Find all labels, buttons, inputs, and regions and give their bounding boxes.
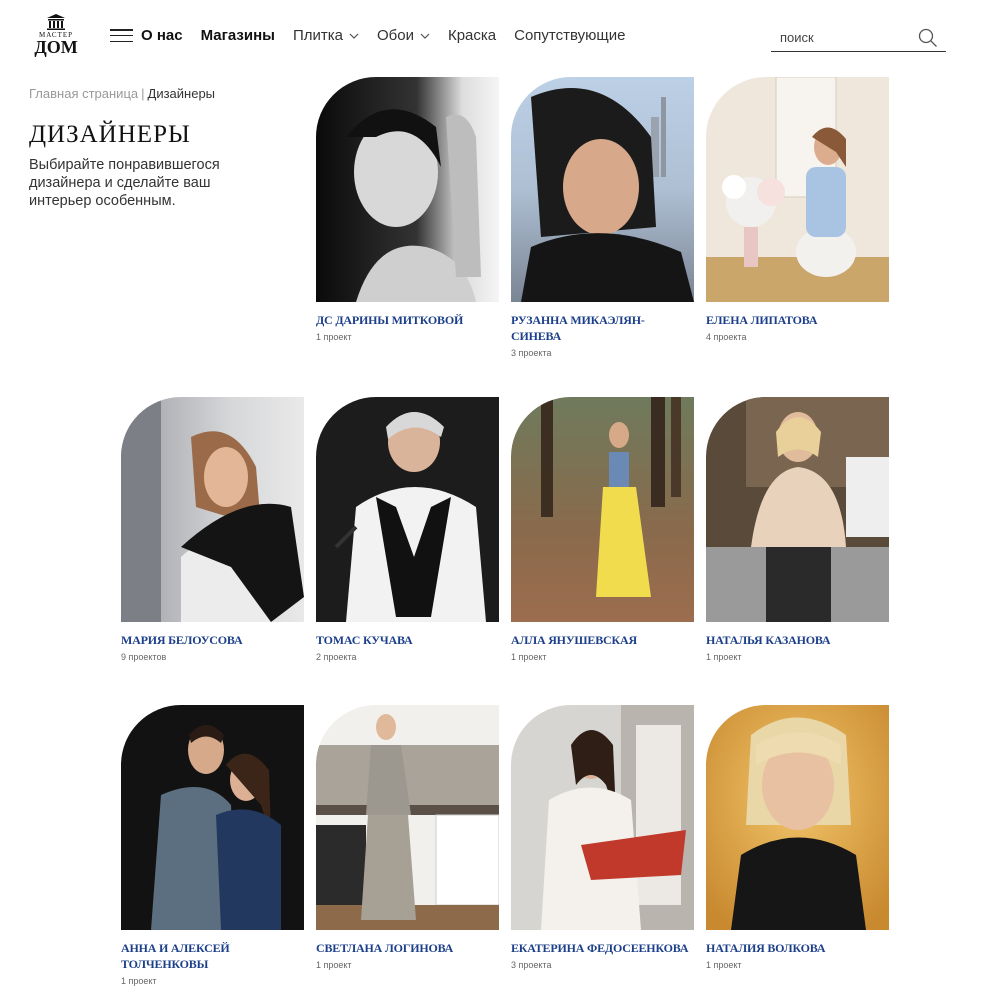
- designer-projects-count: 1 проект: [706, 652, 742, 662]
- designer-name[interactable]: Анна и Алексей Толченковы: [121, 940, 304, 972]
- designer-photo[interactable]: [511, 705, 694, 930]
- designer-projects-count: 1 проект: [316, 332, 352, 342]
- nav-item-paint[interactable]: Краска: [448, 27, 496, 44]
- designer-name[interactable]: Мария Белоусова: [121, 632, 304, 648]
- designer-name[interactable]: Екатерина Федосеенкова: [511, 940, 694, 956]
- designer-card[interactable]: Томас Кучава 2 проекта: [316, 397, 499, 662]
- nav-item-stores[interactable]: Магазины: [201, 27, 275, 44]
- nav-item-about[interactable]: О нас: [141, 27, 183, 44]
- nav-item-wallpaper[interactable]: Обои: [377, 27, 430, 44]
- designer-photo[interactable]: [316, 705, 499, 930]
- designer-projects-count: 2 проекта: [316, 652, 357, 662]
- main-nav: О нас Магазины Плитка Обои Краска Сопутс…: [110, 27, 643, 44]
- nav-item-label: Плитка: [292, 27, 343, 44]
- designer-name[interactable]: Алла Янушевская: [511, 632, 694, 648]
- nav-item-label: Обои: [376, 27, 414, 44]
- nav-item-accessories[interactable]: Сопутствующие: [514, 27, 625, 44]
- breadcrumb-separator: |: [141, 86, 145, 101]
- designer-photo[interactable]: [121, 705, 304, 930]
- nav-item-label: Магазины: [200, 27, 275, 44]
- designer-photo[interactable]: [121, 397, 304, 622]
- designer-photo[interactable]: [706, 77, 889, 302]
- designer-card[interactable]: Екатерина Федосеенкова 3 проекта: [511, 705, 694, 970]
- designer-card[interactable]: Анна и Алексей Толченковы 1 проект: [121, 705, 304, 986]
- logo[interactable]: МАСТЕР ДОМ: [30, 14, 82, 60]
- designer-card[interactable]: Елена Липатова 4 проекта: [706, 77, 889, 342]
- designer-name[interactable]: Рузанна Микаэлян-Синева: [511, 312, 694, 344]
- breadcrumb: Главная страница | Дизайнеры: [29, 86, 215, 101]
- breadcrumb-current: Дизайнеры: [147, 86, 216, 101]
- nav-item-label: Краска: [447, 27, 497, 44]
- designer-card[interactable]: Алла Янушевская 1 проект: [511, 397, 694, 662]
- building-icon: [47, 14, 65, 30]
- logo-text-bottom: ДОМ: [34, 37, 78, 57]
- designer-name[interactable]: Томас Кучава: [316, 632, 499, 648]
- designer-name[interactable]: Наталья Казанова: [706, 632, 889, 648]
- search-icon[interactable]: [918, 28, 938, 48]
- designer-projects-count: 1 проект: [511, 652, 547, 662]
- designer-name[interactable]: Светлана Логинова: [316, 940, 499, 956]
- designer-card[interactable]: Светлана Логинова 1 проект: [316, 705, 499, 970]
- search-box: [771, 24, 946, 52]
- designer-name[interactable]: ДС Дарины Митковой: [316, 312, 499, 328]
- chevron-down-icon: [349, 33, 359, 39]
- breadcrumb-home-link[interactable]: Главная страница: [29, 86, 138, 101]
- designer-projects-count: 4 проекта: [706, 332, 747, 342]
- designer-card[interactable]: ДС Дарины Митковой 1 проект: [316, 77, 499, 342]
- designer-photo[interactable]: [511, 77, 694, 302]
- menu-icon[interactable]: [110, 29, 133, 42]
- designer-photo[interactable]: [706, 705, 889, 930]
- designer-photo[interactable]: [316, 77, 499, 302]
- designer-photo[interactable]: [706, 397, 889, 622]
- page-intro: Выбирайте понравившегося дизайнера и сде…: [29, 157, 220, 209]
- designer-card[interactable]: Рузанна Микаэлян-Синева 3 проекта: [511, 77, 694, 358]
- designer-name[interactable]: Елена Липатова: [706, 312, 889, 328]
- designer-projects-count: 9 проектов: [121, 652, 167, 662]
- designer-photo[interactable]: [511, 397, 694, 622]
- designer-card[interactable]: Наталья Казанова 1 проект: [706, 397, 889, 662]
- designer-photo[interactable]: [316, 397, 499, 622]
- designer-projects-count: 3 проекта: [511, 348, 552, 358]
- designer-projects-count: 1 проект: [121, 976, 157, 986]
- page-title: ДИЗАЙНЕРЫ: [29, 121, 191, 148]
- designer-card[interactable]: Наталия Волкова 1 проект: [706, 705, 889, 970]
- nav-item-tiles[interactable]: Плитка: [293, 27, 359, 44]
- designer-projects-count: 1 проект: [706, 960, 742, 970]
- designer-name[interactable]: Наталия Волкова: [706, 940, 889, 956]
- nav-item-label: Сопутствующие: [514, 27, 626, 44]
- chevron-down-icon: [420, 33, 430, 39]
- search-input[interactable]: [771, 24, 911, 50]
- designer-card[interactable]: Мария Белоусова 9 проектов: [121, 397, 304, 662]
- designer-projects-count: 3 проекта: [511, 960, 552, 970]
- designer-projects-count: 1 проект: [316, 960, 352, 970]
- nav-item-label: О нас: [141, 27, 183, 44]
